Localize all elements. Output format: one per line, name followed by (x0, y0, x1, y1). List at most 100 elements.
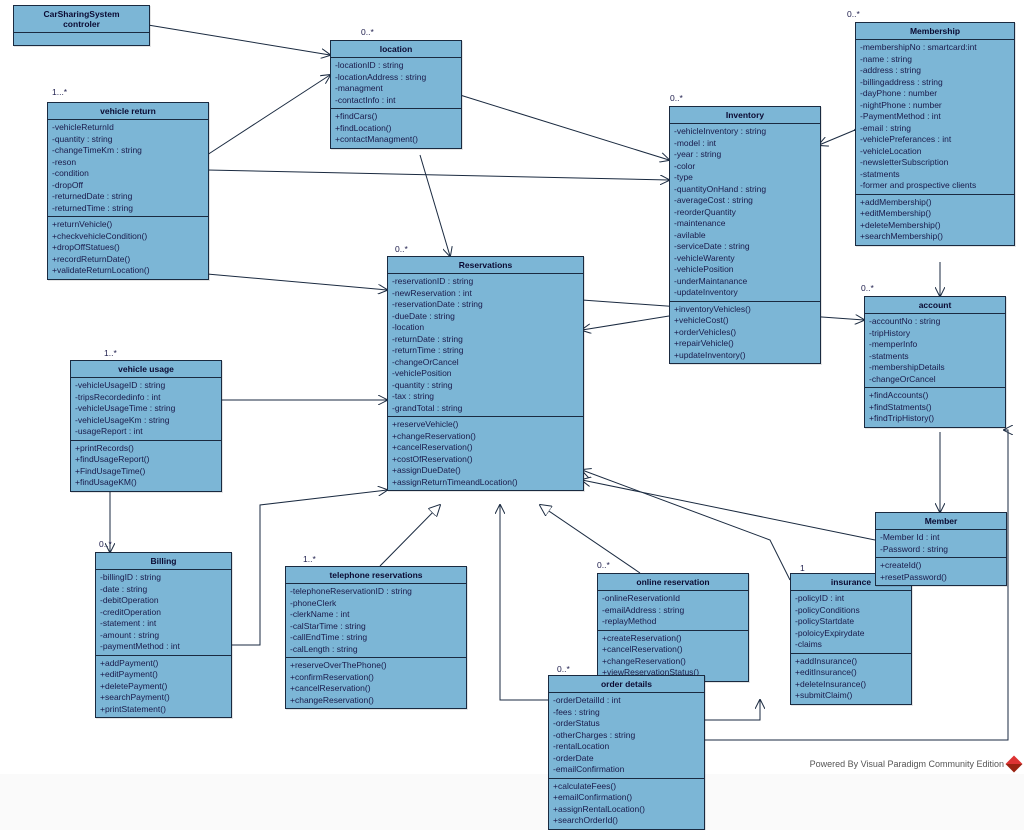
operations: +createReservation()+cancelReservation()… (598, 631, 748, 681)
attribute: -vehicleLocation (860, 146, 1010, 158)
attribute: -accountNo : string (869, 316, 1001, 328)
operations: +findCars()+findLocation()+contactManagm… (331, 109, 461, 148)
class-title: telephone reservations (286, 567, 466, 584)
operation: +searchMembership() (860, 231, 1010, 243)
class-insurance[interactable]: insurance-policyID : int-policyCondition… (790, 573, 912, 705)
operation: +findAccounts() (869, 390, 1001, 402)
attribute: -model : int (674, 138, 816, 150)
attribute: -policyConditions (795, 605, 907, 617)
multiplicity-label: 0..* (847, 9, 860, 19)
attributes: -Member Id : int-Password : string (876, 530, 1006, 558)
operations: +returnVehicle()+checkvehicleCondition()… (48, 217, 208, 279)
class-reservations[interactable]: Reservations-reservationID : string-newR… (387, 256, 584, 491)
class-membership[interactable]: Membership-membershipNo : smartcard:int-… (855, 22, 1015, 246)
class-billing[interactable]: Billing-billingID : string-date : string… (95, 552, 232, 718)
footer: Powered By Visual Paradigm Community Edi… (810, 758, 1020, 770)
operation: +returnVehicle() (52, 219, 204, 231)
attribute: -phoneClerk (290, 598, 462, 610)
operations: +addPayment()+editPayment()+deletePaymen… (96, 656, 231, 718)
operation: +costOfReservation() (392, 454, 579, 466)
attributes: -membershipNo : smartcard:int-name : str… (856, 40, 1014, 195)
operation: +findLocation() (335, 123, 457, 135)
class-inventory[interactable]: Inventory-vehicleInventory : string-mode… (669, 106, 821, 364)
operation: +addPayment() (100, 658, 227, 670)
operation: +changeReservation() (290, 695, 462, 707)
attribute: -vehiclePosition (674, 264, 816, 276)
operation: +deleteInsurance() (795, 679, 907, 691)
attribute: -otherCharges : string (553, 730, 700, 742)
attribute: -statement : int (100, 618, 227, 630)
class-orderdetails[interactable]: order details-orderDetailId : int-fees :… (548, 675, 705, 830)
attribute: -callEndTime : string (290, 632, 462, 644)
class-telephone[interactable]: telephone reservations-telephoneReservat… (285, 566, 467, 709)
attributes: -onlineReservationId-emailAddress : stri… (598, 591, 748, 631)
operation: +submitClaim() (795, 690, 907, 702)
attribute: -usageReport : int (75, 426, 217, 438)
operation: +updateInventory() (674, 350, 816, 362)
operation: +contactManagment() (335, 134, 457, 146)
attribute: -claims (795, 639, 907, 651)
attribute: -reorderQuantity (674, 207, 816, 219)
attribute: -changeOrCancel (392, 357, 579, 369)
attribute: -type (674, 172, 816, 184)
multiplicity-label: 0..* (861, 283, 874, 293)
attribute: -tax : string (392, 391, 579, 403)
attribute: -memperInfo (869, 339, 1001, 351)
operations: +addMembership()+editMembership()+delete… (856, 195, 1014, 245)
class-title: Membership (856, 23, 1014, 40)
class-member[interactable]: Member-Member Id : int-Password : string… (875, 512, 1007, 586)
operations: +calculateFees()+emailConfirmation()+ass… (549, 779, 704, 829)
operation: +reserveVehicle() (392, 419, 579, 431)
attribute: -policyStartdate (795, 616, 907, 628)
operation: +printRecords() (75, 443, 217, 455)
attribute: -managment (335, 83, 457, 95)
class-controller[interactable]: CarSharingSystem controler (13, 5, 150, 46)
attribute: -location (392, 322, 579, 334)
title-line2: controler (63, 19, 100, 29)
attribute: -returnDate : string (392, 334, 579, 346)
multiplicity-label: 1..* (104, 348, 117, 358)
multiplicity-label: 1..* (303, 554, 316, 564)
operation: +searchPayment() (100, 692, 227, 704)
attribute: -paymentMethod : int (100, 641, 227, 653)
footer-text: Powered By Visual Paradigm Community Edi… (810, 759, 1004, 769)
multiplicity-label: 0..* (557, 664, 570, 674)
multiplicity-label: 0..* (361, 27, 374, 37)
attribute: -PaymentMethod : int (860, 111, 1010, 123)
multiplicity-label: 0..* (597, 560, 610, 570)
class-account[interactable]: account-accountNo : string-tripHistory-m… (864, 296, 1006, 428)
attributes: -vehicleReturnId-quantity : string-chang… (48, 120, 208, 217)
attribute: -contactInfo : int (335, 95, 457, 107)
operation: +dropOffStatues() (52, 242, 204, 254)
attribute: -billingaddress : string (860, 77, 1010, 89)
class-location[interactable]: location-locationID : string-locationAdd… (330, 40, 462, 149)
attribute: -Password : string (880, 544, 1002, 556)
class-vehicleReturn[interactable]: vehicle return-vehicleReturnId-quantity … (47, 102, 209, 280)
operation: +findUsageKM() (75, 477, 217, 489)
operation: +validateReturnLocation() (52, 265, 204, 277)
operation: +cancelReservation() (290, 683, 462, 695)
attribute: -Member Id : int (880, 532, 1002, 544)
attribute: -maintenance (674, 218, 816, 230)
operation: +assignDueDate() (392, 465, 579, 477)
operations: +addInsurance()+editInsurance()+deleteIn… (791, 654, 911, 704)
class-online[interactable]: online reservation-onlineReservationId-e… (597, 573, 749, 682)
multiplicity-label: 0..* (395, 244, 408, 254)
attribute: -debitOperation (100, 595, 227, 607)
operation: +editInsurance() (795, 667, 907, 679)
operation: +confirmReservation() (290, 672, 462, 684)
class-vehicleUsage[interactable]: vehicle usage-vehicleUsageID : string-tr… (70, 360, 222, 492)
attribute: -statments (860, 169, 1010, 181)
attributes: -reservationID : string-newReservation :… (388, 274, 583, 417)
operation: +cancelReservation() (392, 442, 579, 454)
attributes: -locationID : string-locationAddress : s… (331, 58, 461, 109)
operation: +searchOrderId() (553, 815, 700, 827)
class-title: CarSharingSystem controler (14, 6, 149, 33)
attribute: -onlineReservationId (602, 593, 744, 605)
attribute: -creditOperation (100, 607, 227, 619)
class-title: vehicle return (48, 103, 208, 120)
operation: +addInsurance() (795, 656, 907, 668)
attribute: -dueDate : string (392, 311, 579, 323)
operation: +assignReturnTimeandLocation() (392, 477, 579, 489)
attribute: -replayMethod (602, 616, 744, 628)
